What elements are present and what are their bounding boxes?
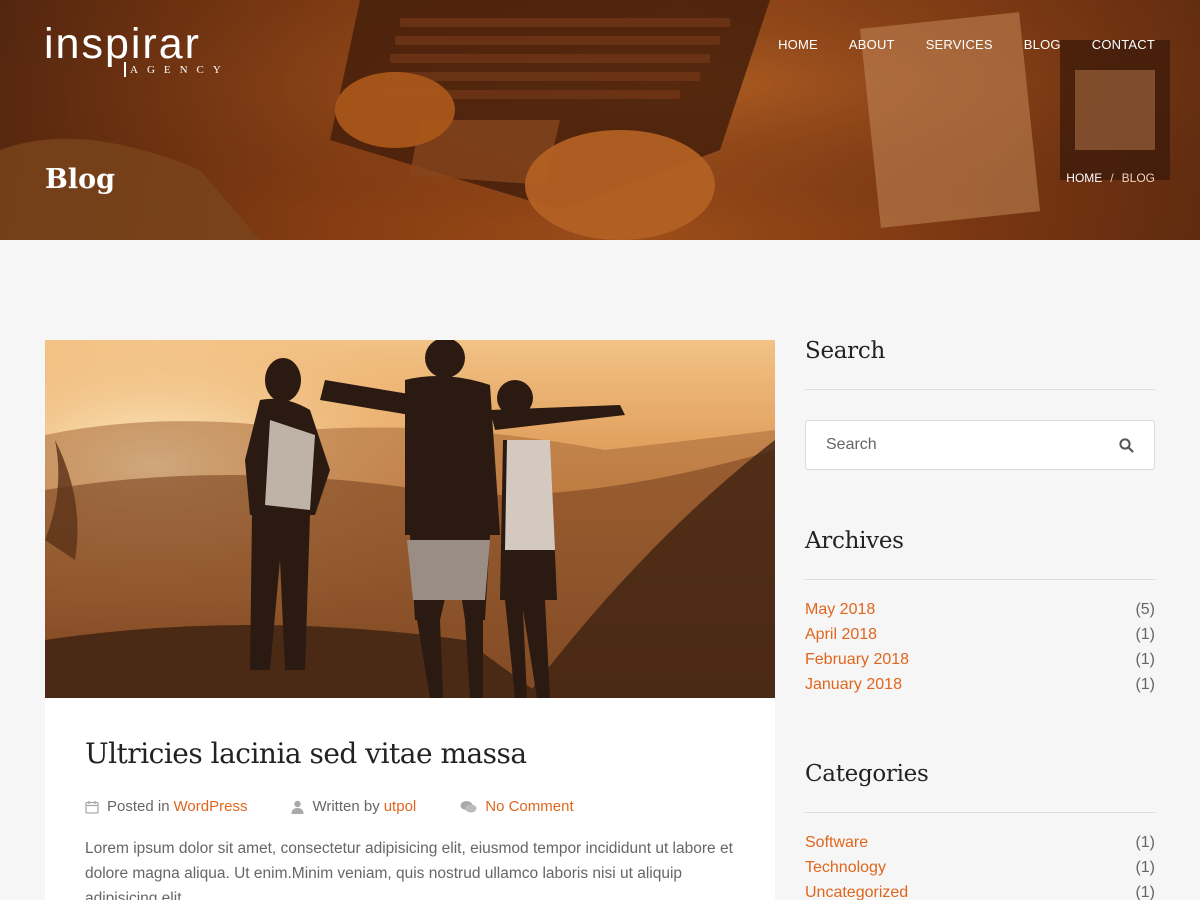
nav-home[interactable]: HOME — [778, 37, 818, 52]
archive-link[interactable]: January 2018 — [805, 676, 902, 701]
breadcrumb-separator: / — [1110, 171, 1114, 185]
page-title: Blog — [45, 164, 115, 195]
logo-wordmark: inspirar — [44, 20, 201, 68]
search-box — [805, 420, 1155, 470]
post-meta: Posted in WordPress Written by utpol No … — [85, 798, 574, 815]
archive-link[interactable]: April 2018 — [805, 626, 877, 651]
calendar-icon — [85, 800, 99, 814]
archive-item: January 2018 (1) — [805, 676, 1155, 701]
archive-count: (5) — [1135, 601, 1155, 618]
site-logo[interactable]: inspirar AGENCY — [44, 20, 221, 77]
meta-comments: No Comment — [460, 798, 574, 815]
breadcrumb-current: BLOG — [1121, 171, 1155, 185]
breadcrumb-home[interactable]: HOME — [1066, 171, 1102, 185]
meta-written-by-label: Written by — [312, 798, 380, 815]
meta-posted-in-label: Posted in — [107, 798, 170, 815]
nav-services[interactable]: SERVICES — [926, 37, 993, 52]
category-item: Software (1) — [805, 834, 1155, 859]
archive-link[interactable]: February 2018 — [805, 651, 909, 676]
nav-blog[interactable]: BLOG — [1024, 37, 1061, 52]
archive-item: April 2018 (1) — [805, 626, 1155, 651]
post-title[interactable]: Ultricies lacinia sed vitae massa — [85, 737, 527, 770]
user-icon — [291, 800, 304, 814]
category-link[interactable]: Technology — [805, 859, 886, 884]
main-nav: HOME ABOUT SERVICES BLOG CONTACT — [778, 37, 1155, 52]
meta-author-link[interactable]: utpol — [384, 798, 417, 815]
sidebar: Search Archives May 2018 (5) April 2018 … — [805, 338, 1155, 900]
category-count: (1) — [1135, 834, 1155, 851]
meta-author: Written by utpol — [291, 798, 416, 815]
search-widget-title: Search — [805, 338, 1155, 390]
comment-icon — [460, 800, 477, 812]
category-count: (1) — [1135, 884, 1155, 900]
archive-count: (1) — [1135, 676, 1155, 693]
post-featured-image[interactable] — [45, 340, 775, 698]
breadcrumb: HOME / BLOG — [1066, 171, 1155, 185]
sunset-photo — [45, 340, 775, 698]
meta-category-link[interactable]: WordPress — [174, 798, 248, 815]
search-icon[interactable] — [1119, 437, 1134, 453]
category-count: (1) — [1135, 859, 1155, 876]
archive-count: (1) — [1135, 626, 1155, 643]
meta-category: Posted in WordPress — [85, 798, 247, 815]
nav-contact[interactable]: CONTACT — [1092, 37, 1155, 52]
archive-item: May 2018 (5) — [805, 601, 1155, 626]
archive-count: (1) — [1135, 651, 1155, 668]
search-input[interactable] — [826, 436, 1096, 454]
archive-link[interactable]: May 2018 — [805, 601, 875, 626]
logo-tagline: AGENCY — [130, 64, 230, 76]
blog-post-card: Ultricies lacinia sed vitae massa Posted… — [45, 340, 775, 900]
category-item: Uncategorized (1) — [805, 884, 1155, 900]
category-link[interactable]: Software — [805, 834, 868, 859]
page-header: inspirar AGENCY HOME ABOUT SERVICES BLOG… — [0, 0, 1200, 240]
categories-widget-title: Categories — [805, 761, 1155, 813]
archives-widget-title: Archives — [805, 528, 1155, 580]
category-item: Technology (1) — [805, 859, 1155, 884]
archive-item: February 2018 (1) — [805, 651, 1155, 676]
category-link[interactable]: Uncategorized — [805, 884, 908, 900]
archives-list: May 2018 (5) April 2018 (1) February 201… — [805, 601, 1155, 701]
meta-comments-link[interactable]: No Comment — [485, 798, 573, 815]
nav-about[interactable]: ABOUT — [849, 37, 895, 52]
post-excerpt: Lorem ipsum dolor sit amet, consectetur … — [85, 840, 733, 900]
categories-list: Software (1) Technology (1) Uncategorize… — [805, 834, 1155, 900]
